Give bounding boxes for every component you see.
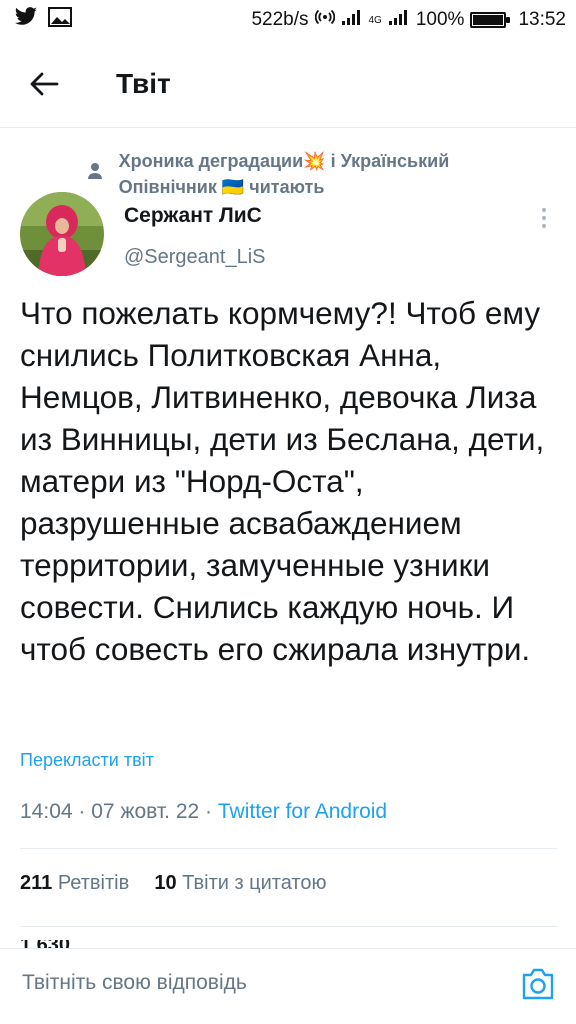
- tweet-source-link[interactable]: Twitter for Android: [218, 800, 387, 823]
- back-button[interactable]: [14, 54, 74, 114]
- app-header: Твіт: [0, 40, 576, 128]
- image-icon: [48, 7, 72, 33]
- camera-icon: [522, 968, 554, 1000]
- quotes-label: Твіти з цитатою: [182, 872, 327, 894]
- author-name[interactable]: Сержант ЛиС: [124, 204, 262, 228]
- likes-stat[interactable]: 1,630: [20, 940, 70, 948]
- page-title: Твіт: [116, 67, 171, 99]
- likes-count: 1,630: [20, 940, 70, 948]
- signal-icon: [341, 8, 363, 32]
- translate-tweet-link[interactable]: Перекласти твіт: [20, 750, 154, 771]
- signal-icon-2: [388, 8, 410, 32]
- tweet-stats: 211 Ретвітів 10 Твіти з цитатою: [20, 872, 326, 895]
- tweet-meta: 14:04 · 07 жовт. 22 · Twitter for Androi…: [20, 800, 387, 824]
- reply-input[interactable]: Твітніть свою відповідь: [22, 971, 247, 995]
- tweet-date: 07 жовт. 22: [91, 800, 200, 823]
- camera-button[interactable]: [520, 967, 556, 1001]
- reply-bar: Твітніть свою відповідь: [0, 948, 576, 1024]
- network-type: 4G: [368, 14, 382, 26]
- more-vertical-icon: [542, 208, 546, 228]
- social-context[interactable]: Хроника деградации💥 і Український Опівні…: [88, 148, 528, 200]
- tweet-text: Что пожелать кормчему?! Чтоб ему снились…: [20, 295, 545, 667]
- network-speed: 522b/s: [251, 9, 309, 30]
- retweets-count: 211: [20, 872, 53, 894]
- separator: ·: [78, 800, 86, 823]
- more-options-button[interactable]: [532, 206, 556, 230]
- clock: 13:52: [518, 9, 566, 30]
- tweet-time: 14:04: [20, 800, 73, 823]
- separator: ·: [205, 800, 213, 823]
- quotes-stat[interactable]: 10 Твіти з цитатою: [154, 872, 326, 894]
- hotspot-icon: [314, 7, 335, 33]
- author-handle[interactable]: @Sergeant_LiS: [124, 246, 266, 269]
- twitter-bird-icon: [14, 7, 38, 33]
- avatar[interactable]: [20, 192, 104, 276]
- status-bar: 522b/s 4G 100% 13:52: [0, 0, 576, 40]
- back-arrow-icon: [30, 72, 59, 95]
- retweets-stat[interactable]: 211 Ретвітів: [20, 872, 129, 894]
- divider: [20, 848, 557, 849]
- person-icon: [88, 162, 105, 200]
- divider: [20, 926, 557, 927]
- social-context-text: Хроника деградации💥 і Український Опівні…: [118, 151, 450, 197]
- quotes-count: 10: [154, 872, 177, 894]
- battery-icon: [470, 12, 511, 28]
- retweets-label: Ретвітів: [57, 872, 130, 894]
- battery-percent: 100%: [415, 9, 465, 30]
